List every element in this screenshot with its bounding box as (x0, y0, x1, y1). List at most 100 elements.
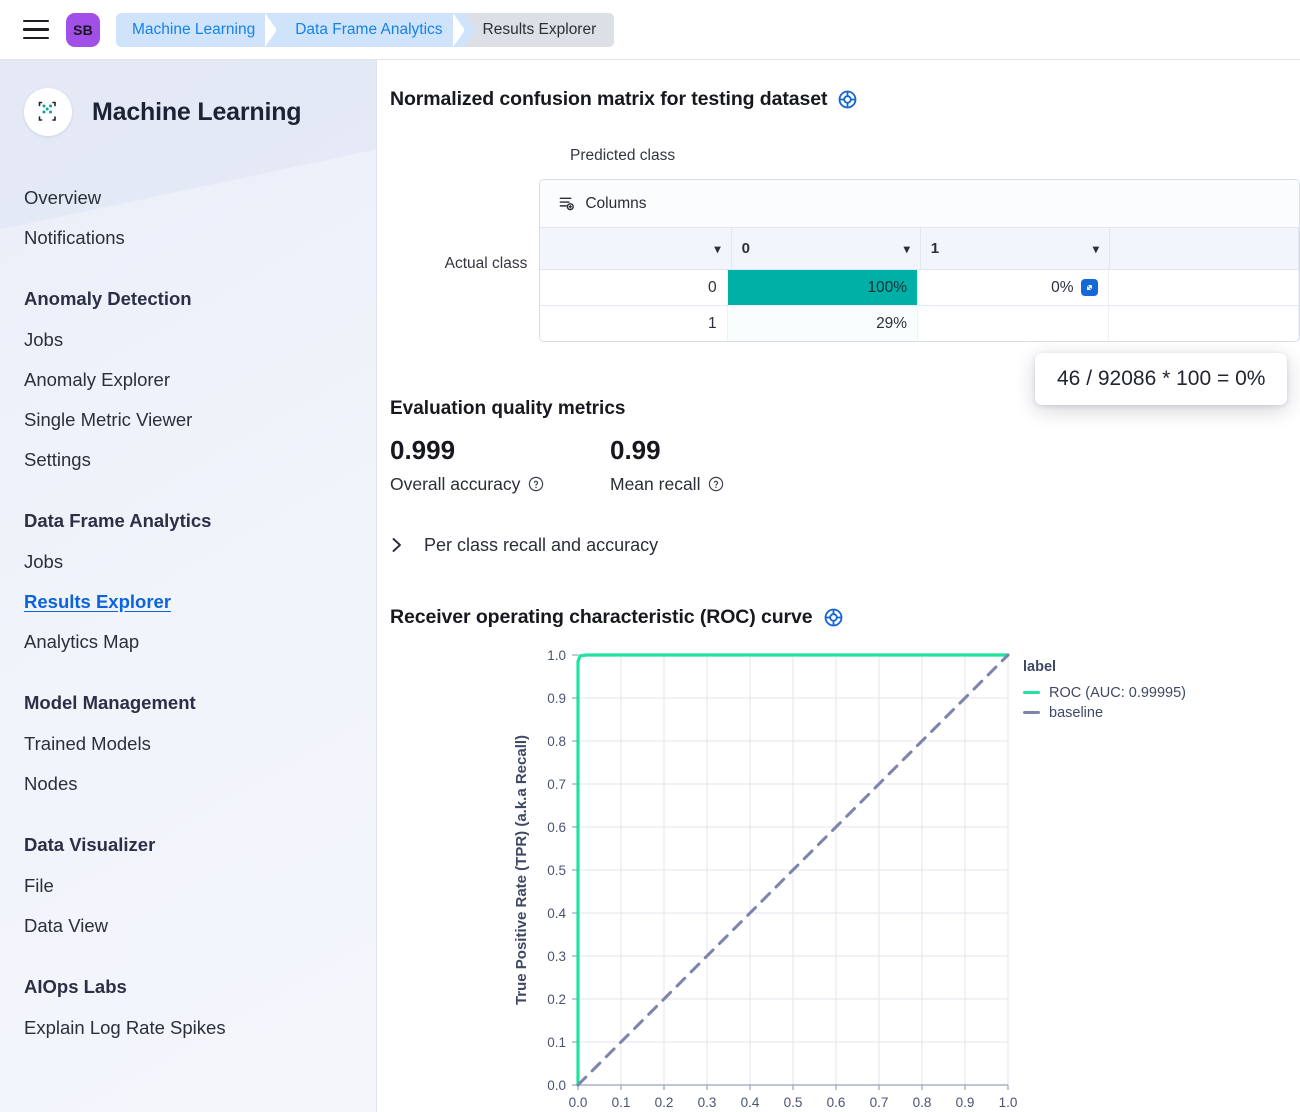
svg-text:0.5: 0.5 (784, 1095, 803, 1110)
hamburger-menu-icon[interactable] (14, 8, 58, 52)
row-label-1: 1 (540, 306, 727, 341)
svg-text:0.9: 0.9 (547, 691, 566, 706)
avatar[interactable]: SB (66, 13, 100, 47)
legend-label-roc: ROC (AUC: 0.99995) (1049, 683, 1186, 703)
metric-mean-recall-label: Mean recall (610, 474, 700, 495)
cell-1-1[interactable] (918, 306, 1108, 341)
confusion-matrix-table: Columns ▾ 0 ▾ 1 ▾ (539, 179, 1300, 342)
ml-logo-icon (24, 88, 72, 136)
svg-text:0.1: 0.1 (547, 1035, 566, 1050)
predicted-class-axis-label: Predicted class (570, 147, 1300, 165)
chart-legend: label ROC (AUC: 0.99995) baseline (1023, 659, 1186, 723)
svg-text:0.8: 0.8 (547, 734, 566, 749)
breadcrumb-item-machine-learning[interactable]: Machine Learning (116, 13, 277, 47)
question-circle-icon[interactable] (528, 476, 544, 492)
svg-text:0.7: 0.7 (870, 1095, 889, 1110)
sidebar-group-title-data-visualizer: Data Visualizer (24, 834, 376, 856)
svg-text:0.4: 0.4 (547, 906, 566, 921)
main-content: Normalized confusion matrix for testing … (377, 60, 1300, 1112)
metric-mean-recall: 0.99 Mean recall (610, 436, 830, 495)
svg-text:0.0: 0.0 (547, 1078, 566, 1093)
sidebar-item-overview[interactable]: Overview (24, 178, 376, 218)
table-toolbar: Columns (540, 180, 1299, 228)
columns-button-label[interactable]: Columns (585, 195, 646, 213)
per-class-accordion-label: Per class recall and accuracy (424, 535, 658, 556)
question-circle-icon[interactable] (708, 476, 724, 492)
sidebar-item-notifications[interactable]: Notifications (24, 218, 376, 258)
sidebar-item-explain-log-rate-spikes[interactable]: Explain Log Rate Spikes (24, 1008, 376, 1048)
sidebar-item-settings[interactable]: Settings (24, 440, 376, 480)
svg-text:0.4: 0.4 (741, 1095, 760, 1110)
chevron-right-icon[interactable] (390, 536, 404, 554)
actual-class-axis-label: Actual class (390, 179, 539, 273)
sidebar-item-results-explorer[interactable]: Results Explorer (24, 582, 376, 622)
legend-item-roc[interactable]: ROC (AUC: 0.99995) (1023, 683, 1186, 703)
cell-1-0[interactable]: 29% (728, 306, 918, 341)
cell-0-0[interactable]: 100% (728, 270, 918, 305)
svg-text:0.5: 0.5 (547, 863, 566, 878)
sidebar-item-nodes[interactable]: Nodes (24, 764, 376, 804)
roc-title-row: Receiver operating characteristic (ROC) … (390, 606, 1300, 629)
sidebar: Machine Learning Overview Notifications … (0, 60, 377, 1112)
breadcrumb-item-data-frame-analytics[interactable]: Data Frame Analytics (277, 13, 464, 47)
sidebar-group-title-data-frame-analytics: Data Frame Analytics (24, 510, 376, 532)
cell-0-overflow (1109, 270, 1299, 305)
column-header-actual[interactable]: ▾ (540, 228, 731, 269)
metric-overall-accuracy-label-row: Overall accuracy (390, 474, 610, 495)
breadcrumb-item-results-explorer[interactable]: Results Explorer (465, 13, 615, 47)
sidebar-top-group: Overview Notifications (24, 178, 376, 258)
confusion-matrix-title-row: Normalized confusion matrix for testing … (390, 88, 1300, 111)
sidebar-item-analytics-map[interactable]: Analytics Map (24, 622, 376, 662)
sidebar-group-data-frame-analytics: Data Frame Analytics Jobs Results Explor… (24, 510, 376, 662)
svg-text:0.8: 0.8 (913, 1095, 932, 1110)
sidebar-item-dfa-jobs[interactable]: Jobs (24, 542, 376, 582)
sidebar-brand[interactable]: Machine Learning (24, 88, 376, 136)
cell-0-1[interactable]: 0% (918, 270, 1108, 305)
column-header-overflow[interactable] (1110, 228, 1299, 269)
sidebar-group-title-anomaly-detection: Anomaly Detection (24, 288, 376, 310)
svg-text:0.6: 0.6 (547, 820, 566, 835)
metric-overall-accuracy: 0.999 Overall accuracy (390, 436, 610, 495)
columns-settings-icon[interactable] (558, 195, 575, 212)
metric-mean-recall-value: 0.99 (610, 436, 830, 466)
help-circle-icon[interactable] (838, 90, 857, 109)
confusion-matrix-title: Normalized confusion matrix for testing … (390, 88, 827, 111)
cell-tooltip: 46 / 92086 * 100 = 0% (1035, 353, 1287, 405)
sidebar-group-title-aiops-labs: AIOps Labs (24, 976, 376, 998)
sidebar-item-anomaly-explorer[interactable]: Anomaly Explorer (24, 360, 376, 400)
sidebar-item-file[interactable]: File (24, 866, 376, 906)
chevron-down-icon[interactable]: ▾ (715, 242, 721, 256)
breadcrumb: Machine Learning Data Frame Analytics Re… (116, 13, 614, 47)
help-circle-icon[interactable] (824, 608, 843, 627)
cell-1-overflow (1109, 306, 1299, 341)
sidebar-item-single-metric-viewer[interactable]: Single Metric Viewer (24, 400, 376, 440)
sidebar-group-model-management: Model Management Trained Models Nodes (24, 692, 376, 804)
legend-item-baseline[interactable]: baseline (1023, 703, 1186, 723)
svg-text:0.6: 0.6 (827, 1095, 846, 1110)
per-class-accordion[interactable]: Per class recall and accuracy (390, 535, 1300, 556)
sidebar-item-ad-jobs[interactable]: Jobs (24, 320, 376, 360)
sidebar-item-data-view[interactable]: Data View (24, 906, 376, 946)
top-navigation-bar: SB Machine Learning Data Frame Analytics… (0, 0, 1300, 60)
svg-text:0.7: 0.7 (547, 777, 566, 792)
column-header-0[interactable]: 0 ▾ (732, 228, 921, 269)
table-row: 0 100% 0% (540, 270, 1299, 306)
legend-swatch-baseline (1023, 711, 1040, 714)
chevron-down-icon[interactable]: ▾ (904, 242, 910, 256)
chevron-down-icon[interactable]: ▾ (1093, 242, 1099, 256)
expand-icon[interactable] (1081, 279, 1098, 296)
metric-mean-recall-label-row: Mean recall (610, 474, 830, 495)
row-label-0: 0 (540, 270, 727, 305)
svg-text:0.9: 0.9 (956, 1095, 975, 1110)
column-header-1-label: 1 (931, 240, 939, 257)
svg-text:0.2: 0.2 (547, 992, 566, 1007)
roc-chart[interactable]: 0.00.10.20.30.40.50.60.70.80.91.00.00.10… (390, 637, 1290, 1112)
legend-swatch-roc (1023, 691, 1040, 694)
metric-overall-accuracy-value: 0.999 (390, 436, 610, 466)
sidebar-item-trained-models[interactable]: Trained Models (24, 724, 376, 764)
svg-text:0.1: 0.1 (612, 1095, 631, 1110)
column-header-1[interactable]: 1 ▾ (921, 228, 1110, 269)
sidebar-group-aiops-labs: AIOps Labs Explain Log Rate Spikes (24, 976, 376, 1048)
svg-text:True Positive Rate (TPR) (a.k.: True Positive Rate (TPR) (a.k.a Recall) (513, 735, 530, 1005)
sidebar-group-title-model-management: Model Management (24, 692, 376, 714)
